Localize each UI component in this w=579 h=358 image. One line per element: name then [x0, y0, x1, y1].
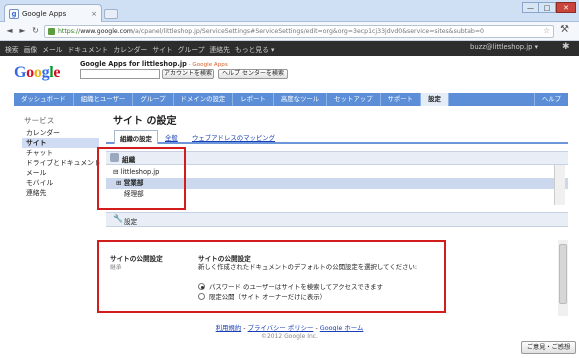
search-accounts-button[interactable]: アカウントを検索	[162, 69, 214, 79]
gbar-item[interactable]: 検索	[5, 44, 19, 54]
gbar-item[interactable]: カレンダー	[113, 44, 147, 54]
footer-link[interactable]: プライバシー ポリシー	[248, 324, 314, 332]
sidebar-item[interactable]: ドライブとドキュメント	[22, 158, 101, 168]
page-title: サイト の設定	[113, 116, 177, 127]
gbar-item[interactable]: もっと見る ▾	[235, 44, 275, 54]
close-window-button[interactable]: ✕	[556, 2, 576, 13]
google-favicon-icon: g	[9, 8, 19, 19]
main-nav-item[interactable]: 組織とユーザー	[74, 93, 134, 106]
feedback-button[interactable]: ご意見・ご感想	[521, 341, 576, 354]
forward-icon[interactable]: ►	[17, 24, 28, 38]
account-search-input[interactable]	[80, 69, 160, 79]
main-nav-item[interactable]: ダッシュボード	[14, 93, 74, 106]
highlight-box-org	[97, 147, 186, 210]
main-nav-item[interactable]: 設定	[421, 93, 449, 106]
address-bar[interactable]: https://www.google.com/a/cpanel/littlesh…	[44, 25, 554, 38]
footer-links: 利用規約 - プライバシー ポリシー - Google ホーム	[0, 323, 579, 332]
sidebar-item[interactable]: モバイル	[22, 178, 99, 188]
main-nav-item[interactable]: グループ	[133, 93, 174, 106]
gbar-item[interactable]: メール	[42, 44, 62, 54]
search-help-button[interactable]: ヘルプ センターを検索	[218, 69, 288, 79]
gbar-item[interactable]: 連絡先	[210, 44, 230, 54]
main-nav-item[interactable]: レポート	[233, 93, 274, 106]
sidebar-item[interactable]: チャット	[22, 148, 99, 158]
gbar-item[interactable]: グループ	[178, 44, 205, 54]
main-nav: ダッシュボード 組織とユーザー グループ ドメインの設定 レポート 高度なツール セットアッ…	[14, 93, 568, 106]
tab-close-icon[interactable]: ×	[91, 10, 97, 18]
google-logo[interactable]: Google	[14, 64, 61, 82]
footer-link[interactable]: 利用規約	[216, 324, 242, 332]
highlight-box-publish	[97, 240, 446, 313]
gbar-item[interactable]: ドキュメント	[68, 44, 109, 54]
bookmark-star-icon[interactable]: ☆	[543, 26, 550, 35]
logo-letter: o	[26, 64, 34, 81]
logo-letter: o	[33, 64, 42, 81]
sidebar-item[interactable]: メール	[22, 168, 99, 178]
sidebar-item[interactable]: カレンダー	[22, 128, 99, 138]
maximize-button[interactable]: □	[539, 2, 556, 13]
gbar-item[interactable]: サイト	[152, 44, 172, 54]
sidebar-item[interactable]: サイト	[22, 138, 99, 148]
sidebar-item[interactable]: 連絡先	[22, 188, 99, 198]
main-nav-item[interactable]: セットアップ	[327, 93, 381, 106]
sidebar-header: サービス	[24, 116, 55, 125]
lock-icon	[48, 28, 55, 35]
org-scrollbar[interactable]	[554, 165, 565, 205]
logo-letter: e	[53, 64, 61, 81]
main-nav-item[interactable]: ドメインの設定	[174, 93, 234, 106]
wrench-menu-icon[interactable]: ⚒	[560, 24, 569, 35]
footer-link[interactable]: Google ホーム	[320, 324, 364, 332]
back-icon[interactable]: ◄	[4, 24, 15, 38]
account-menu[interactable]: buzz@littleshop.jp ▾	[470, 43, 538, 51]
settings-panel-title: 設定	[124, 218, 138, 226]
domain-title: Google Apps for littleshop.jp - Google A…	[80, 60, 228, 68]
settings-panel-header	[106, 212, 568, 227]
footer-copyright: ©2012 Google Inc.	[260, 333, 319, 340]
url-text: https://www.google.com/a/cpanel/littlesh…	[58, 28, 484, 35]
tab-general[interactable]: 全般	[165, 133, 178, 142]
tab-url-mapping[interactable]: ウェブアドレスのマッピング	[192, 133, 275, 142]
main-nav-item[interactable]: 高度なツール	[274, 93, 328, 106]
tab-title: Google Apps	[22, 9, 67, 18]
logo-letter: G	[14, 64, 27, 81]
minimize-button[interactable]: —	[522, 2, 539, 13]
main-nav-item[interactable]: サポート	[381, 93, 422, 106]
scrollbar-thumb[interactable]	[559, 244, 567, 304]
main-nav-help[interactable]: ヘルプ	[533, 93, 568, 106]
browser-tab[interactable]: g Google Apps ×	[4, 4, 102, 22]
gear-icon[interactable]: ✱	[562, 42, 570, 52]
tab-org-settings[interactable]: 組織の設定	[114, 130, 158, 144]
wrench-icon: 🔧	[113, 214, 123, 223]
gbar-item[interactable]: 画像	[24, 44, 38, 54]
reload-icon[interactable]: ↻	[30, 24, 41, 38]
new-tab-button[interactable]	[104, 9, 118, 19]
